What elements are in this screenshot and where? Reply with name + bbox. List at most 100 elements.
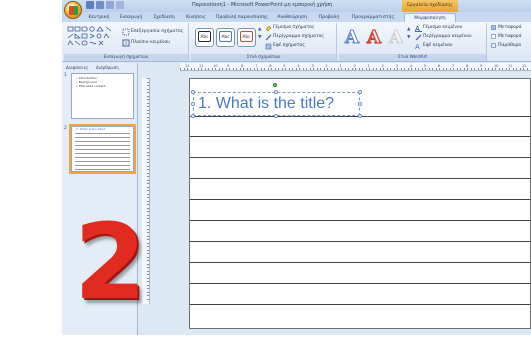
tab-format[interactable]: Μορφοποίηση — [404, 13, 456, 22]
shape-effects-button[interactable]: Εφέ σχήματος — [273, 43, 305, 49]
edit-shape-button[interactable]: Επεξεργασία σχήματος — [131, 29, 183, 35]
office-button[interactable] — [64, 1, 82, 19]
ruler-tick — [147, 246, 149, 247]
bring-front-icon — [491, 25, 496, 30]
ruler-tick — [147, 239, 149, 240]
resize-handle[interactable] — [274, 90, 278, 94]
ruler-tick — [278, 68, 279, 70]
ruler-tick — [147, 85, 149, 86]
ruler-tick — [285, 68, 286, 70]
ruler-tick — [147, 116, 149, 118]
shape-style-2[interactable]: Abc — [216, 28, 235, 47]
resize-handle[interactable] — [358, 102, 362, 106]
customize-icon[interactable] — [116, 1, 124, 9]
shape-outline-button[interactable]: Περίγραμμα σχήματος — [273, 34, 324, 40]
resize-handle[interactable] — [274, 114, 278, 118]
ruler-tick — [376, 68, 377, 70]
rotation-handle[interactable] — [273, 83, 277, 87]
save-icon[interactable] — [86, 1, 94, 9]
pane-tab-outline[interactable]: Διάρθρωση — [96, 64, 119, 71]
wordart-style-2[interactable]: A — [366, 26, 381, 49]
ruler-tick — [147, 162, 149, 163]
slide-thumbnail-2[interactable]: 1. What is the title? — [69, 124, 136, 174]
resize-handle[interactable] — [191, 90, 195, 94]
ruler-tick — [147, 218, 149, 219]
text-effects-button[interactable]: Εφέ κειμένου — [423, 43, 452, 49]
tab-home[interactable]: Κεντρική — [84, 13, 114, 22]
ruler-tick — [463, 68, 465, 70]
ruler-tick — [147, 288, 149, 289]
shape-fill-button[interactable]: Γέμισμα σχήματος — [273, 25, 315, 31]
tab-insert[interactable]: Εισαγωγή — [116, 13, 146, 22]
ruler-tick — [147, 81, 149, 83]
ruler-tick — [147, 207, 149, 209]
ruler-tick — [147, 249, 149, 251]
notebook-rule — [190, 283, 530, 284]
ruler-tick — [147, 204, 149, 205]
ruler-tick — [147, 120, 149, 121]
resize-handle[interactable] — [358, 114, 362, 118]
styles-scroll-icon[interactable]: ▲ — [258, 27, 261, 33]
edit-shape-icon — [122, 28, 130, 36]
shape-style-1[interactable]: Abc — [195, 28, 214, 47]
shapes-gallery-icon[interactable] — [67, 26, 119, 50]
horizontal-ruler[interactable]: 12 11 10 9 8 7 6 5 4 3 2 1 0 1 2 3 4 5 6 7 8 9 10 11 12 — [180, 63, 531, 71]
ruler-tick — [147, 113, 149, 114]
styles-more-icon[interactable]: ▼ — [258, 35, 261, 41]
ruler-tick — [390, 68, 391, 70]
bring-front-button[interactable]: Μεταφορά — [498, 25, 522, 31]
text-outline-button[interactable]: Περίγραμμα κειμένου — [423, 34, 472, 40]
ruler-tick — [379, 68, 381, 70]
wordart-style-1[interactable]: A — [345, 27, 360, 49]
slide-thumbnail-1[interactable]: • Introduction • Background • Title slid… — [71, 73, 134, 119]
slide-canvas[interactable]: 1. What is the title? — [189, 78, 531, 329]
thumb-rule — [75, 157, 130, 158]
wordart-more-icon[interactable]: ▼ — [407, 35, 410, 41]
ruler-tick — [334, 68, 335, 70]
send-back-button[interactable]: Μεταφορά — [498, 34, 522, 40]
insert-shapes-group: Επεξεργασία σχήματος Πλαίσιο κειμένου Ει… — [64, 23, 189, 61]
ruler-tick — [147, 183, 149, 184]
ruler-tick — [147, 277, 149, 279]
tab-design[interactable]: Σχεδίαση — [149, 13, 179, 22]
slide-title[interactable]: 1. What is the title? — [198, 95, 334, 113]
title-placeholder[interactable]: 1. What is the title? — [193, 92, 360, 116]
notebook-rule — [190, 178, 530, 179]
shape-styles-group: Abc Abc Abc ▲ ▼ Γέμισμα σχήματος Περίγρα… — [191, 23, 337, 61]
text-fill-button[interactable]: Γέμισμα κειμένου — [423, 25, 462, 31]
resize-handle[interactable] — [191, 114, 195, 118]
tab-view[interactable]: Προβολή — [316, 13, 342, 22]
step-number-overlay: 2 — [74, 201, 147, 323]
ruler-tick — [425, 68, 426, 70]
ruler-tick — [147, 186, 149, 188]
tab-review[interactable]: Αναθεώρηση — [274, 13, 310, 22]
office-logo-icon — [69, 6, 78, 15]
ruler-tick — [147, 211, 149, 212]
send-back-icon — [491, 34, 496, 39]
undo-icon[interactable] — [96, 1, 104, 9]
text-fill-icon: A — [415, 25, 422, 32]
ruler-tick — [225, 68, 227, 70]
redo-icon[interactable] — [106, 1, 114, 9]
tab-animations[interactable]: Κινήσεις — [182, 13, 210, 22]
shape-style-3[interactable]: Abc — [237, 28, 256, 47]
ruler-tick — [147, 179, 149, 181]
ruler-tick — [147, 88, 149, 90]
text-box-button[interactable]: Πλαίσιο κειμένου — [131, 40, 170, 46]
wordart-scroll-icon[interactable]: ▲ — [407, 27, 410, 33]
ruler-tick — [218, 68, 220, 70]
resize-handle[interactable] — [191, 102, 195, 106]
ruler-tick — [197, 68, 199, 70]
pane-tab-slides[interactable]: Διαφάνειες — [66, 64, 88, 71]
wordart-style-3[interactable]: A — [389, 27, 404, 49]
ruler-tick — [194, 68, 195, 70]
ruler-tick — [488, 68, 489, 70]
screenshot-stage: Παρουσίαση1 - Microsoft PowerPoint μη εμ… — [0, 0, 531, 346]
selection-pane-button[interactable]: Παράθυρο — [498, 43, 521, 49]
resize-handle[interactable] — [358, 90, 362, 94]
ruler-tick — [477, 68, 479, 70]
tab-slide-show[interactable]: Προβολή παρουσίασης — [214, 13, 270, 22]
ruler-tick — [147, 221, 149, 223]
ruler-tick — [147, 123, 149, 125]
tab-developer[interactable]: Προγραμματιστής — [350, 13, 396, 22]
